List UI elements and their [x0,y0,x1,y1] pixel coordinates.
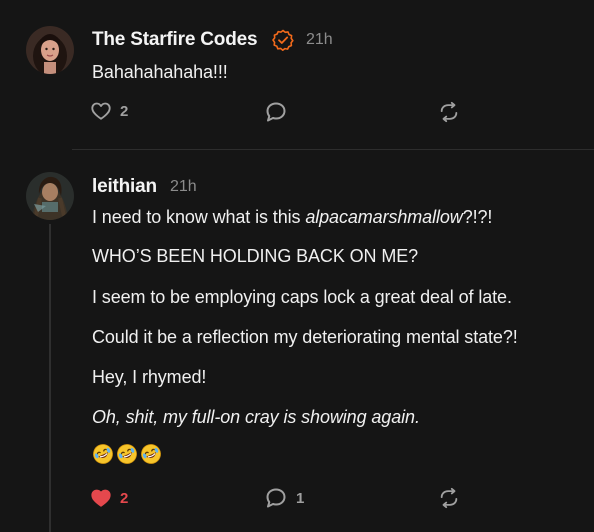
rolling-laughing-emoji [92,443,114,470]
restack-button[interactable] [438,101,460,123]
comment-line: I need to know what is this alpacamarshm… [92,207,492,228]
heart-filled-icon [90,487,112,509]
like-button[interactable]: 2 [90,100,128,122]
like-count: 2 [120,489,129,507]
reply-button[interactable]: 1 [264,486,304,510]
comment-line: Hey, I rhymed! [92,367,207,387]
restack-icon [438,487,460,509]
comment-line: Oh, shit, my full-on cray is showing aga… [92,407,420,428]
comment-thread: The Starfire Codes 21h Bahahahahaha!!! 2 [0,0,594,532]
author-name[interactable]: The Starfire Codes [92,29,258,51]
restack-icon [438,101,460,123]
speech-bubble-icon [264,486,288,510]
timestamp[interactable]: 21h [170,178,197,196]
like-count: 2 [120,102,129,120]
thread-line [49,224,51,532]
comment-line: Could it be a reflection my deterioratin… [92,327,518,347]
restack-button[interactable] [438,487,460,509]
rolling-laughing-emoji [116,443,138,470]
like-button[interactable]: 2 [90,487,128,509]
rolling-laughing-emoji [140,443,162,470]
timestamp[interactable]: 21h [306,31,333,49]
reply-button[interactable] [264,100,288,124]
comment-line: WHO’S BEEN HOLDING BACK ON ME? [92,246,419,266]
comment-line-italic: Oh, shit, my full-on cray is showing aga… [92,407,420,427]
avatar[interactable] [26,26,74,74]
heart-icon [90,100,112,122]
comment-line: I seem to be employing caps lock a great… [92,287,512,307]
speech-bubble-icon [264,100,288,124]
author-name[interactable]: leithian [92,176,157,198]
verified-badge-icon [272,29,294,56]
comment-line-italic: alpacamarshmallow [305,207,463,227]
emoji-row [92,443,162,470]
reply-count: 1 [296,489,305,507]
divider [72,149,594,150]
comment-line-text: ?!?! [462,207,493,227]
comment-text: Bahahahahaha!!! [92,62,228,82]
avatar[interactable] [26,172,74,220]
comment-line-text: I need to know what is this [92,207,306,227]
